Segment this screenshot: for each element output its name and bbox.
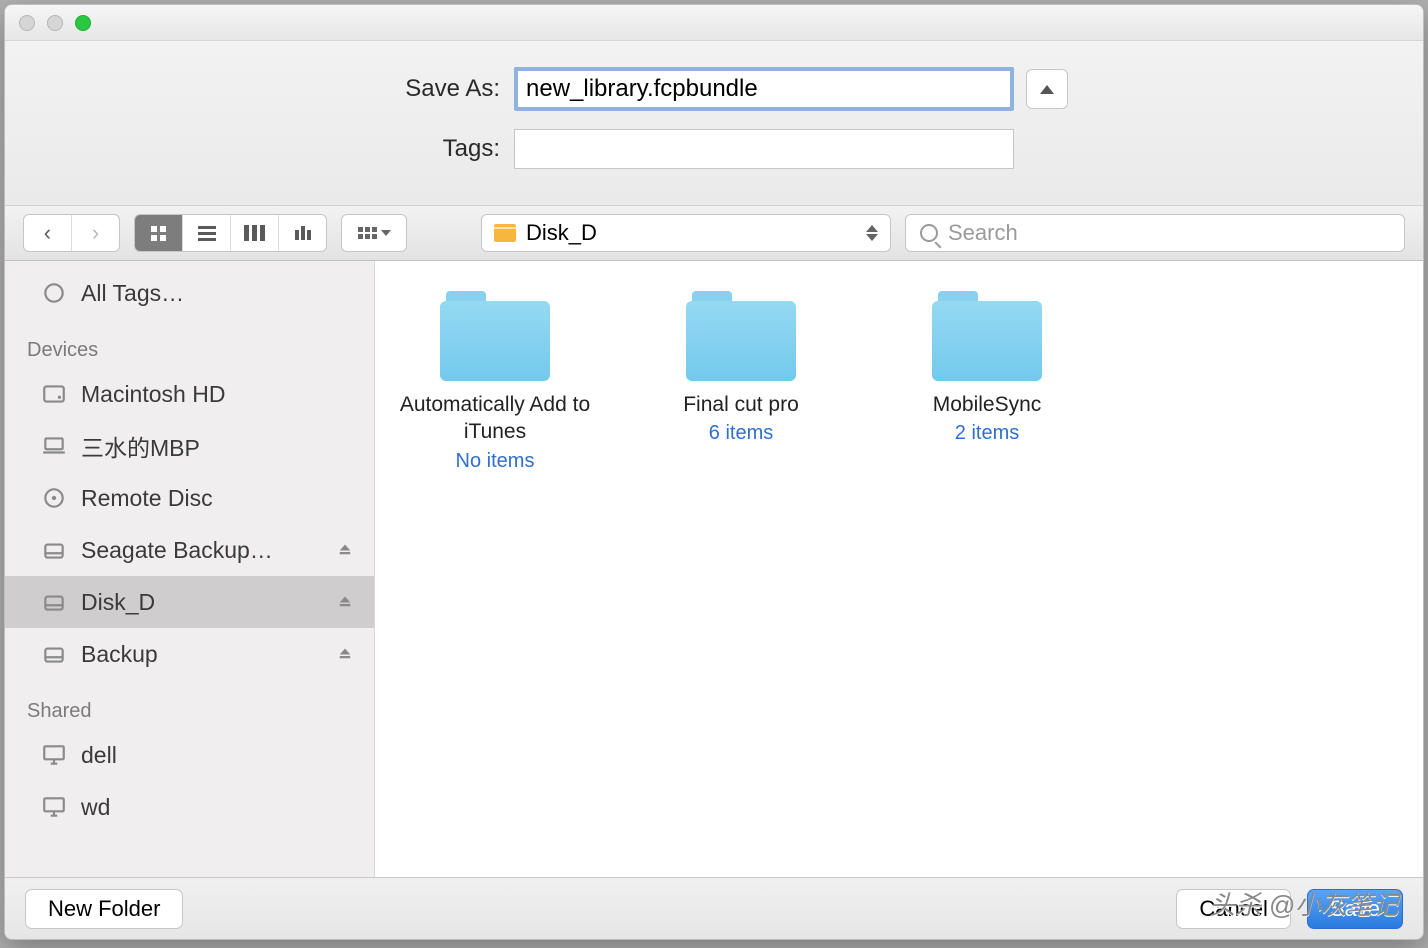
drive-icon [494,224,516,242]
file-browser[interactable]: Automatically Add to iTunes No items Fin… [375,261,1423,877]
chevron-down-icon [381,230,391,236]
sidebar-item-label: dell [81,742,117,769]
list-icon [198,226,216,241]
folder-item-count: 2 items [887,422,1087,445]
eject-button[interactable] [336,641,354,668]
coverflow-view-button[interactable] [279,215,327,251]
view-segment [134,214,327,252]
tags-label: Tags: [360,135,500,163]
search-icon [920,224,938,242]
sidebar-item-label: Backup [81,641,158,668]
columns-icon [244,225,265,241]
disc-icon [41,488,67,508]
sidebar-device-item[interactable]: Remote Disc [5,472,374,524]
window-controls [19,15,91,31]
folder-item[interactable]: Final cut pro 6 items [641,291,841,445]
folder-name: MobileSync [887,391,1087,418]
new-folder-button[interactable]: New Folder [25,889,183,929]
ext-icon [41,644,67,664]
hdd-icon [41,384,67,404]
folder-icon [686,291,796,381]
sidebar-item-label: wd [81,794,110,821]
sidebar-device-item[interactable]: Backup [5,628,374,680]
sidebar-device-item[interactable]: Macintosh HD [5,368,374,420]
back-button[interactable]: ‹ [24,215,72,251]
sidebar-item-label: Seagate Backup… [81,537,273,564]
laptop-icon [41,436,67,456]
sidebar-item-label: Macintosh HD [81,381,225,408]
browser-toolbar: ‹ › Disk_D Search [5,205,1423,261]
arrange-segment [341,214,407,252]
saveas-input[interactable] [514,67,1014,111]
monitor-icon [41,797,67,817]
dialog-footer: New Folder 头杀 @小灰笔记 Cancel Save [5,877,1423,939]
sidebar-device-item[interactable]: Disk_D [5,576,374,628]
eject-button[interactable] [336,537,354,564]
folder-item-count: No items [395,450,595,473]
grid-icon [151,226,166,241]
minimize-window-button[interactable] [47,15,63,31]
sidebar-header-devices: Devices [5,319,374,368]
sidebar-shared-item[interactable]: wd [5,781,374,833]
collapse-toggle-button[interactable] [1026,69,1068,109]
location-label: Disk_D [526,220,856,246]
titlebar[interactable] [5,5,1423,41]
search-field[interactable]: Search [905,214,1405,252]
folder-name: Automatically Add to iTunes [395,391,595,446]
stepper-icon [866,225,878,241]
monitor-icon [41,745,67,765]
saveas-label: Save As: [360,75,500,103]
sidebar-item-label: Disk_D [81,589,155,616]
location-popup[interactable]: Disk_D [481,214,891,252]
search-placeholder: Search [948,220,1018,246]
sidebar: All Tags… Devices Macintosh HD 三水的MBP Re… [5,261,375,877]
chevron-up-icon [1040,85,1054,94]
sidebar-shared-item[interactable]: dell [5,729,374,781]
tag-icon [41,283,67,303]
tags-input[interactable] [514,129,1014,169]
sidebar-device-item[interactable]: Seagate Backup… [5,524,374,576]
folder-item[interactable]: MobileSync 2 items [887,291,1087,445]
icon-view-button[interactable] [135,215,183,251]
folder-icon [932,291,1042,381]
sidebar-item-label: Remote Disc [81,485,213,512]
sidebar-item-all-tags[interactable]: All Tags… [5,267,374,319]
forward-button[interactable]: › [72,215,120,251]
save-button[interactable]: Save [1307,889,1403,929]
close-window-button[interactable] [19,15,35,31]
save-form: Save As: Tags: [5,41,1423,205]
eject-button[interactable] [336,589,354,616]
zoom-window-button[interactable] [75,15,91,31]
arrange-icon [358,227,377,239]
folder-item-count: 6 items [641,422,841,445]
list-view-button[interactable] [183,215,231,251]
sidebar-header-shared: Shared [5,680,374,729]
sidebar-item-label: 三水的MBP [81,429,200,463]
arrange-button[interactable] [342,215,406,251]
folder-icon [440,291,550,381]
ext-icon [41,540,67,560]
nav-segment: ‹ › [23,214,120,252]
cancel-button[interactable]: Cancel [1176,889,1290,929]
folder-item[interactable]: Automatically Add to iTunes No items [395,291,595,473]
column-view-button[interactable] [231,215,279,251]
save-dialog: Save As: Tags: ‹ › Disk_D [4,4,1424,940]
ext-icon [41,592,67,612]
folder-name: Final cut pro [641,391,841,418]
sidebar-device-item[interactable]: 三水的MBP [5,420,374,472]
coverflow-icon [295,226,311,240]
